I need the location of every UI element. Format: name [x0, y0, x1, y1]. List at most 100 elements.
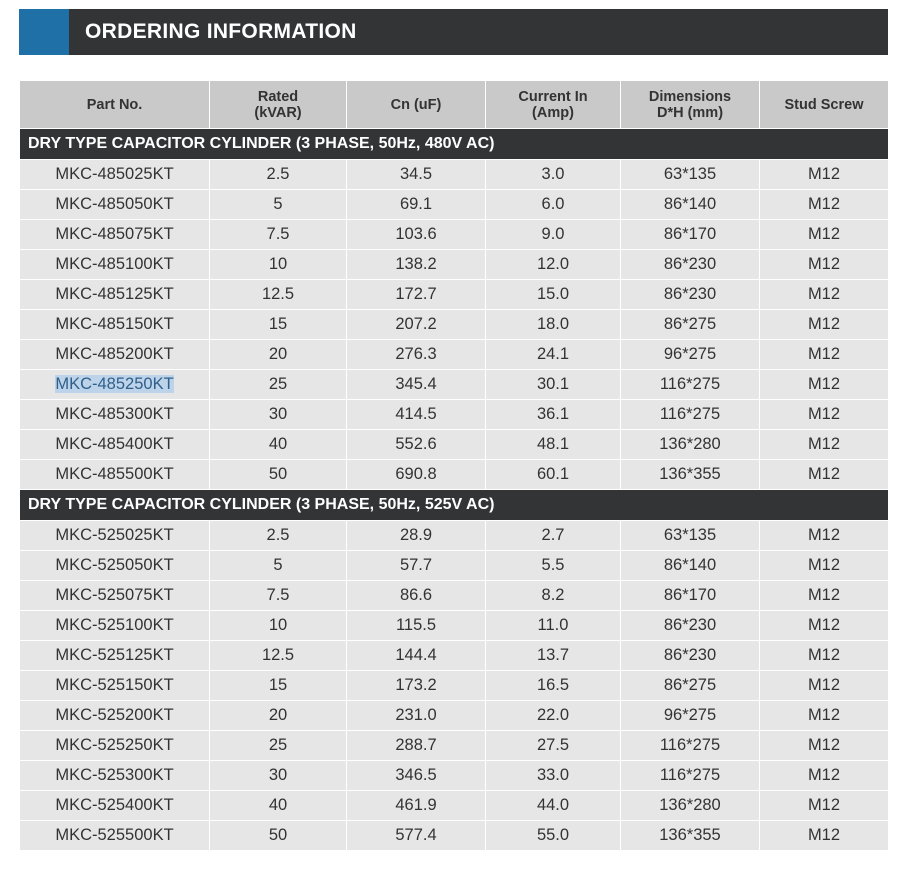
- table-cell: 7.5: [209, 580, 347, 611]
- table-cell: 86*140: [620, 550, 760, 581]
- table-cell: 48.1: [485, 429, 621, 460]
- table-cell: M12: [759, 399, 889, 430]
- table-row: MKC-485250KT 25 345.4 30.1 116*275 M12: [19, 369, 889, 400]
- table-row: MKC-525125KT 12.5 144.4 13.7 86*230 M12: [19, 640, 889, 671]
- col-header-current: Current In (Amp): [485, 80, 621, 129]
- table-cell: M12: [759, 700, 889, 731]
- table-cell: 96*275: [620, 700, 760, 731]
- table-cell: MKC-485025KT: [19, 159, 210, 190]
- table-cell: 86*230: [620, 610, 760, 641]
- table-cell: MKC-525075KT: [19, 580, 210, 611]
- col-header-stud-screw: Stud Screw: [759, 80, 889, 129]
- table-cell: MKC-485100KT: [19, 249, 210, 280]
- section-title: DRY TYPE CAPACITOR CYLINDER (3 PHASE, 50…: [19, 489, 889, 521]
- table-cell: 9.0: [485, 219, 621, 250]
- table-cell: 136*280: [620, 429, 760, 460]
- table-cell: 10: [209, 249, 347, 280]
- table-cell: 2.7: [485, 520, 621, 551]
- table-cell: 86*275: [620, 309, 760, 340]
- table-row: MKC-525250KT 25 288.7 27.5 116*275 M12: [19, 730, 889, 761]
- table-cell: MKC-485500KT: [19, 459, 210, 490]
- table-cell: 28.9: [346, 520, 486, 551]
- col-header-dimensions: Dimensions D*H (mm): [620, 80, 760, 129]
- table-cell: MKC-525300KT: [19, 760, 210, 791]
- table-cell: 5: [209, 189, 347, 220]
- table-cell: 57.7: [346, 550, 486, 581]
- table-cell: 288.7: [346, 730, 486, 761]
- table-cell: 15: [209, 309, 347, 340]
- table-cell: 15.0: [485, 279, 621, 310]
- table-cell: MKC-525500KT: [19, 820, 210, 851]
- table-cell: MKC-485125KT: [19, 279, 210, 310]
- table-cell: 116*275: [620, 730, 760, 761]
- table-cell: M12: [759, 459, 889, 490]
- table-cell: 86*230: [620, 279, 760, 310]
- selected-part-number[interactable]: MKC-485250KT: [55, 375, 174, 393]
- col-header-cn: Cn (uF): [346, 80, 486, 129]
- table-cell: 96*275: [620, 339, 760, 370]
- table-cell: 63*135: [620, 520, 760, 551]
- table-cell: 12.5: [209, 279, 347, 310]
- table-cell: 552.6: [346, 429, 486, 460]
- table-row: MKC-485300KT 30 414.5 36.1 116*275 M12: [19, 399, 889, 430]
- table-cell: 86.6: [346, 580, 486, 611]
- table-cell: 345.4: [346, 369, 486, 400]
- table-cell: M12: [759, 219, 889, 250]
- table-cell: 27.5: [485, 730, 621, 761]
- table-cell: M12: [759, 309, 889, 340]
- table-cell: MKC-485300KT: [19, 399, 210, 430]
- table-cell: MKC-525200KT: [19, 700, 210, 731]
- table-row: MKC-525500KT 50 577.4 55.0 136*355 M12: [19, 820, 889, 851]
- table-cell: 20: [209, 339, 347, 370]
- table-cell: M12: [759, 790, 889, 821]
- table-cell: 22.0: [485, 700, 621, 731]
- table-cell: MKC-525250KT: [19, 730, 210, 761]
- table-row: MKC-485500KT 50 690.8 60.1 136*355 M12: [19, 459, 889, 490]
- table-cell: 116*275: [620, 399, 760, 430]
- table-cell: M12: [759, 369, 889, 400]
- table-cell: 3.0: [485, 159, 621, 190]
- table-cell: MKC-485075KT: [19, 219, 210, 250]
- table-cell: 86*140: [620, 189, 760, 220]
- table-cell: M12: [759, 189, 889, 220]
- table-cell: 690.8: [346, 459, 486, 490]
- table-cell: 12.0: [485, 249, 621, 280]
- table-cell: 50: [209, 820, 347, 851]
- table-cell: 24.1: [485, 339, 621, 370]
- table-cell: 136*280: [620, 790, 760, 821]
- section-title: DRY TYPE CAPACITOR CYLINDER (3 PHASE, 50…: [19, 128, 889, 160]
- table-row: MKC-525400KT 40 461.9 44.0 136*280 M12: [19, 790, 889, 821]
- table-cell: 6.0: [485, 189, 621, 220]
- table-cell: 144.4: [346, 640, 486, 671]
- table-row: MKC-525150KT 15 173.2 16.5 86*275 M12: [19, 670, 889, 701]
- table-cell: 5: [209, 550, 347, 581]
- table-cell: M12: [759, 820, 889, 851]
- table-cell: 414.5: [346, 399, 486, 430]
- table-cell: 276.3: [346, 339, 486, 370]
- table-body: DRY TYPE CAPACITOR CYLINDER (3 PHASE, 50…: [19, 128, 889, 851]
- table-cell: M12: [759, 550, 889, 581]
- section-header-row: DRY TYPE CAPACITOR CYLINDER (3 PHASE, 50…: [19, 128, 889, 160]
- table-cell: 86*230: [620, 249, 760, 280]
- table-cell: 172.7: [346, 279, 486, 310]
- table-row: MKC-525075KT 7.5 86.6 8.2 86*170 M12: [19, 580, 889, 611]
- table-cell: 207.2: [346, 309, 486, 340]
- table-cell: 346.5: [346, 760, 486, 791]
- table-cell: MKC-525125KT: [19, 640, 210, 671]
- table-cell: M12: [759, 520, 889, 551]
- col-header-part-no: Part No.: [19, 80, 210, 129]
- table-cell: 55.0: [485, 820, 621, 851]
- table-cell: MKC-485150KT: [19, 309, 210, 340]
- table-cell: MKC-525400KT: [19, 790, 210, 821]
- table-cell: 5.5: [485, 550, 621, 581]
- table-cell: M12: [759, 760, 889, 791]
- table-cell: 15: [209, 670, 347, 701]
- table-cell: M12: [759, 249, 889, 280]
- table-cell: 25: [209, 369, 347, 400]
- table-cell: 103.6: [346, 219, 486, 250]
- table-cell: 8.2: [485, 580, 621, 611]
- table-cell: 40: [209, 429, 347, 460]
- table-row: MKC-485050KT 5 69.1 6.0 86*140 M12: [19, 189, 889, 220]
- table-row: MKC-525025KT 2.5 28.9 2.7 63*135 M12: [19, 520, 889, 551]
- table-cell: M12: [759, 730, 889, 761]
